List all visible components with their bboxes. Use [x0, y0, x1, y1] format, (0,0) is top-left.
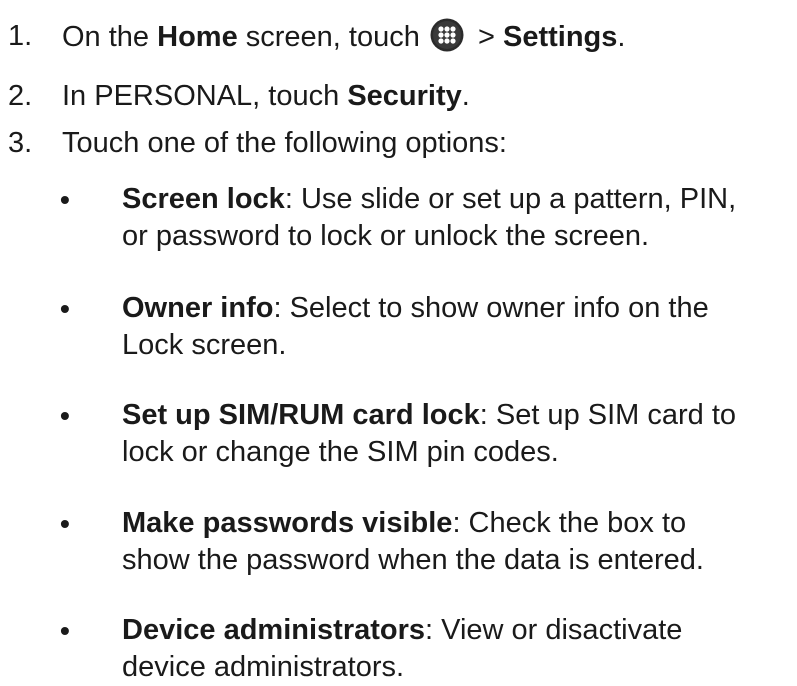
option-desc: show the password when the data is enter… — [122, 544, 704, 576]
step-number: 2. — [8, 80, 33, 112]
option-title: Set up SIM/RUM card lock — [122, 399, 480, 431]
option-desc: device administrators. — [122, 651, 405, 683]
step-text-part: In PERSONAL, touch — [62, 80, 348, 112]
option-desc: : Check the box to — [452, 507, 687, 539]
step-text-part: On the — [62, 21, 158, 53]
step-text-part: screen, touch — [237, 21, 428, 53]
step-text-part: . — [617, 21, 626, 53]
step-text-part: . — [461, 80, 470, 112]
security-label: Security — [347, 80, 462, 112]
bullet: • — [60, 400, 70, 431]
step-text: Touch one of the following options: — [62, 127, 507, 159]
option-title: Owner info — [122, 292, 274, 324]
instruction-page: 1. On the Home screen, touch > Settings.… — [0, 0, 797, 683]
option-desc: : Set up SIM card to — [479, 399, 737, 431]
step-text: On the Home screen, touch > Settings. — [62, 18, 625, 55]
option-desc: lock or change the SIM pin codes. — [122, 436, 559, 468]
home-label: Home — [157, 21, 238, 53]
option-title: Make passwords visible — [122, 507, 453, 539]
option-body: Screen lock: Use slide or set up a patte… — [122, 181, 794, 255]
option-body: Make passwords visible: Check the box to… — [122, 505, 794, 579]
option-title: Screen lock — [122, 183, 285, 215]
bullet: • — [60, 293, 70, 324]
step-number: 1. — [8, 20, 33, 52]
step-text-part: > — [469, 21, 503, 53]
option-desc: Lock screen. — [122, 329, 287, 361]
option-desc: : Select to show owner info on the — [273, 292, 709, 324]
step-text: In PERSONAL, touch Security. — [62, 78, 470, 114]
option-desc: or password to lock or unlock the screen… — [122, 220, 650, 252]
option-body: Owner info: Select to show owner info on… — [122, 290, 794, 364]
option-body: Set up SIM/RUM card lock: Set up SIM car… — [122, 397, 794, 471]
option-body: Device administrators: View or disactiva… — [122, 612, 794, 686]
bullet: • — [60, 508, 70, 539]
option-desc: : View or disactivate — [425, 614, 683, 646]
bullet: • — [60, 184, 70, 215]
apps-grid-icon — [430, 18, 464, 52]
step-number: 3. — [8, 127, 33, 159]
settings-label: Settings — [502, 21, 618, 53]
bullet: • — [60, 615, 70, 646]
option-title: Device administrators — [122, 614, 426, 646]
option-desc: : Use slide or set up a pattern, PIN, — [284, 183, 737, 215]
